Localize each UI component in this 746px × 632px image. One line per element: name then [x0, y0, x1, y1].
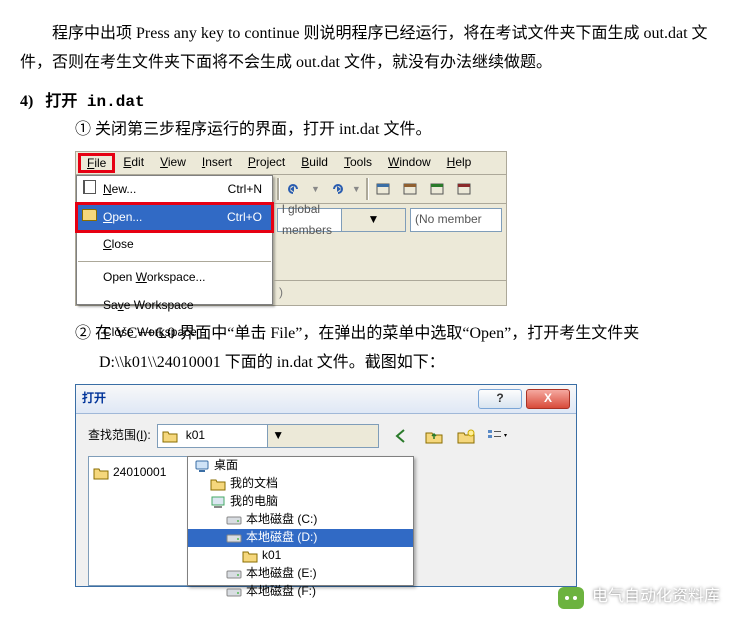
members-combo[interactable]: l global members▼ [277, 208, 406, 232]
undo-icon[interactable] [284, 178, 306, 200]
watermark: 电气自动化资料库 [558, 583, 720, 612]
file-list[interactable]: 24010001 [88, 456, 188, 586]
member-select-combo[interactable]: (No member [410, 208, 502, 232]
tree-mydocs[interactable]: 我的文档 [188, 475, 413, 493]
window-icon[interactable] [454, 178, 476, 200]
lookin-combo[interactable]: k01 ▼ [157, 424, 379, 448]
new-folder-icon[interactable] [453, 424, 479, 448]
menu-view[interactable]: View [152, 150, 194, 176]
menu-tools[interactable]: Tools [336, 150, 380, 176]
menu-item-open[interactable]: Open... Ctrl+O [77, 204, 272, 232]
intro-paragraph: 程序中出项 Press any key to continue 则说明程序已经运… [20, 20, 726, 78]
wechat-icon [558, 587, 584, 609]
tree-drive-f[interactable]: 本地磁盘 (F:) [188, 583, 413, 601]
menu-item-new[interactable]: New... Ctrl+N [77, 176, 272, 204]
view-menu-icon[interactable] [485, 424, 511, 448]
menu-separator [78, 261, 271, 262]
folder-icon [210, 477, 226, 491]
lookin-label: 查找范围(I): [88, 425, 151, 447]
redo-icon[interactable] [325, 178, 347, 200]
menu-window[interactable]: Window [380, 150, 439, 176]
folder-item[interactable]: 24010001 [93, 461, 183, 485]
desktop-icon [194, 459, 210, 473]
back-icon[interactable] [389, 424, 415, 448]
menu-edit[interactable]: Edit [115, 150, 152, 176]
open-dialog: 打开 ? X 查找范围(I): k01 ▼ [75, 384, 577, 587]
step4-item2: ② 在 VC++6.0 界面中“单击 File”，在弹出的菜单中选取“Open”… [99, 320, 726, 378]
menu-item-open-workspace[interactable]: Open Workspace... [77, 264, 272, 292]
window-icon[interactable] [427, 178, 449, 200]
combo-area: l global members▼ (No member [273, 204, 506, 280]
menu-bar: File Edit View Insert Project Build Tool… [76, 152, 506, 175]
menu-item-close[interactable]: Close [77, 231, 272, 259]
menu-project[interactable]: Project [240, 150, 293, 176]
vc6-window: File Edit View Insert Project Build Tool… [75, 151, 507, 306]
drive-icon [226, 532, 242, 544]
menu-help[interactable]: Help [439, 150, 480, 176]
menu-build[interactable]: Build [293, 150, 336, 176]
drive-icon [226, 568, 242, 580]
menu-insert[interactable]: Insert [194, 150, 240, 176]
tree-drive-d[interactable]: 本地磁盘 (D:) [188, 529, 413, 547]
up-folder-icon[interactable] [421, 424, 447, 448]
step4-title: 4) 打开 in.dat [20, 88, 726, 117]
folder-icon [93, 466, 109, 480]
lookin-tree: 桌面 我的文档 我的电脑 本地磁盘 (C:) [187, 456, 414, 586]
help-button[interactable]: ? [478, 389, 522, 409]
file-dropdown: New... Ctrl+N Open... Ctrl+O Close Open … [76, 175, 273, 305]
tree-desktop[interactable]: 桌面 [188, 457, 413, 475]
drive-icon [226, 586, 242, 598]
menu-file[interactable]: File [78, 153, 115, 173]
step4-item1: ① 关闭第三步程序运行的界面，打开 int.dat 文件。 [99, 116, 726, 145]
close-button[interactable]: X [526, 389, 570, 409]
drive-icon [226, 514, 242, 526]
dropdown-arrow-icon[interactable]: ▼ [311, 181, 320, 197]
folder-icon [242, 549, 258, 563]
menu-item-save-workspace[interactable]: Save Workspace [77, 292, 272, 320]
window-icon[interactable] [400, 178, 422, 200]
open-folder-icon [162, 429, 178, 443]
window-icon[interactable] [373, 178, 395, 200]
computer-icon [210, 495, 226, 509]
dialog-title: 打开 [82, 388, 474, 410]
dropdown-arrow-icon[interactable]: ▼ [352, 181, 361, 197]
